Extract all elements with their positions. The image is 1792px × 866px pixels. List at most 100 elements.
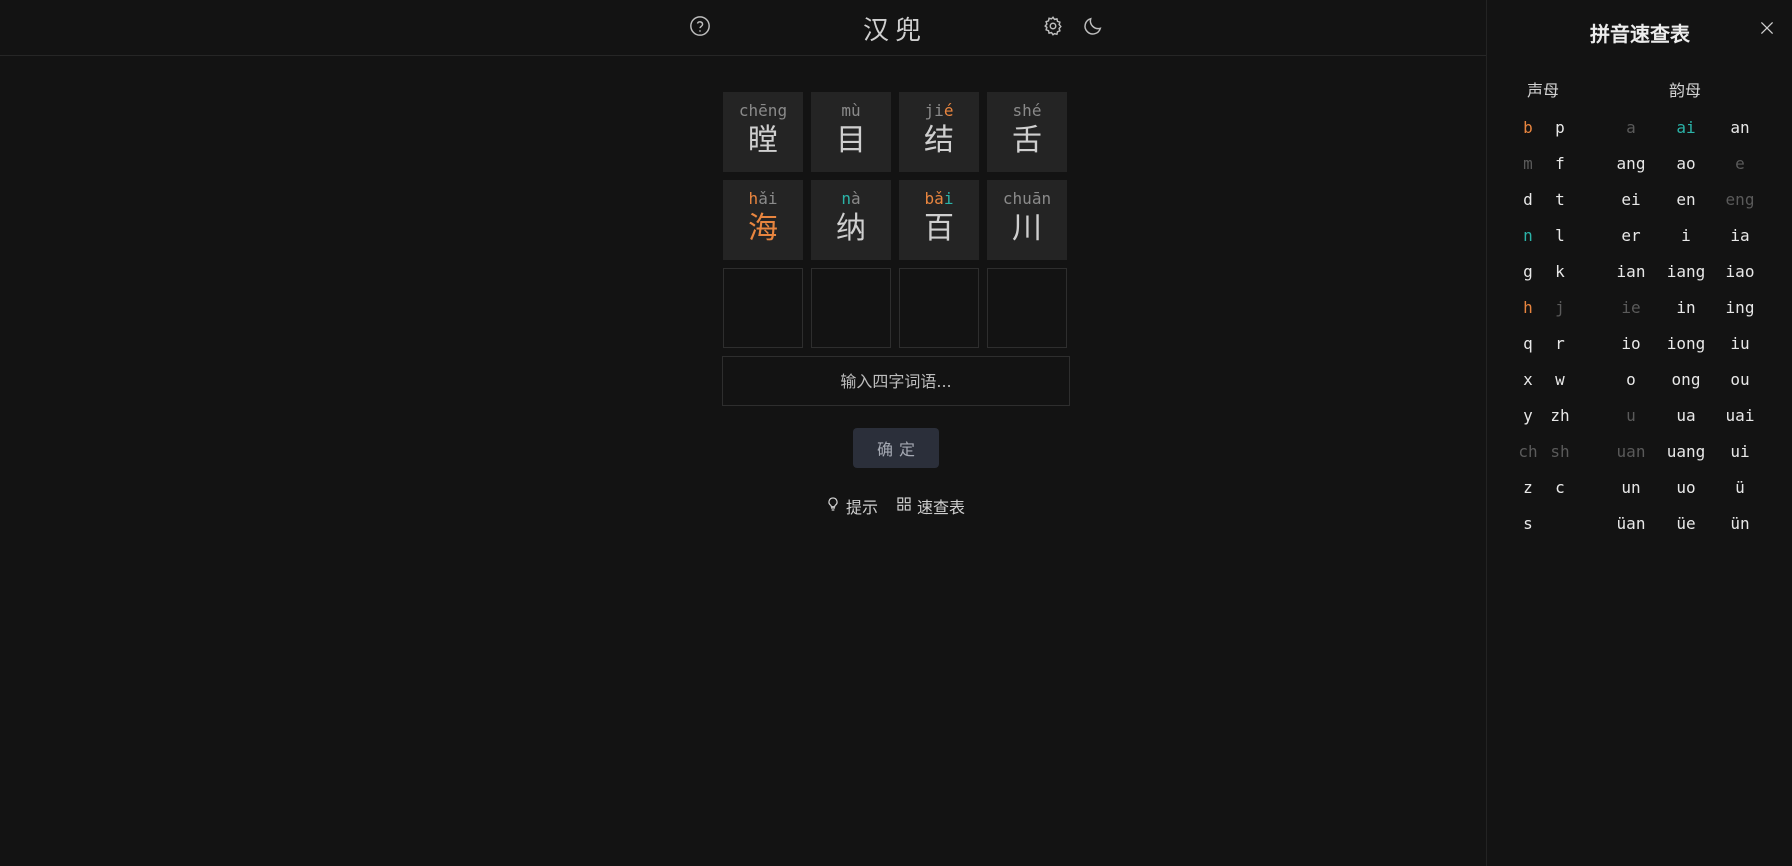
final-item: ang	[1616, 154, 1646, 173]
lightbulb-icon	[825, 496, 841, 516]
grid-icon	[896, 496, 912, 516]
character-tile: hǎi 海	[723, 180, 803, 260]
character-tile: chēng 瞠	[723, 92, 803, 172]
tile-pinyin: shé	[1013, 102, 1042, 120]
cheatsheet-label: 速查表	[917, 498, 966, 517]
initial-item: s	[1523, 514, 1533, 533]
final-item: ia	[1730, 226, 1750, 245]
word-input[interactable]	[722, 356, 1070, 406]
gear-icon[interactable]	[1041, 14, 1065, 38]
initial-item: c	[1555, 478, 1565, 497]
tile-pinyin: nà	[841, 190, 860, 208]
pinyin-segment: ān	[1031, 189, 1052, 208]
close-icon[interactable]	[1757, 18, 1777, 38]
hint-button[interactable]: 提示	[825, 494, 878, 518]
initial-item: r	[1555, 334, 1565, 353]
confirm-button[interactable]: 确定	[853, 428, 939, 468]
final-item: ua	[1676, 406, 1696, 425]
initials-header: 声母	[1527, 81, 1560, 100]
pinyin-segment: i	[943, 189, 954, 208]
page: 汉兜 chēng瞠mù目jié结shé舌hǎi海nà纳bǎi百chuān川 确定…	[0, 0, 1792, 866]
character-tile: jié 结	[899, 92, 979, 172]
pinyin-segment: m	[841, 101, 851, 120]
help-icon[interactable]	[688, 14, 712, 38]
tile-hanzi: 百	[924, 211, 954, 246]
character-tile: bǎi 百	[899, 180, 979, 260]
pinyin-segment: j	[924, 101, 935, 120]
character-tile: nà 纳	[811, 180, 891, 260]
pinyin-segment: é	[1031, 101, 1042, 120]
final-item: iao	[1725, 262, 1755, 281]
final-item: u	[1626, 406, 1636, 425]
tile-hanzi: 结	[924, 123, 954, 158]
tile-pinyin: hǎi	[749, 190, 778, 208]
tile-hanzi: 目	[836, 123, 866, 158]
empty-tile	[723, 268, 803, 348]
pinyin-segment: b	[924, 189, 935, 208]
final-item: ui	[1730, 442, 1750, 461]
board-row: hǎi 海 nà 纳 bǎi 百 chuān 川	[723, 180, 1067, 260]
tile-hanzi: 舌	[1012, 123, 1042, 158]
finals-header: 韵母	[1669, 81, 1702, 100]
pinyin-segment: ch	[1002, 189, 1023, 208]
pinyin-segment: n	[841, 189, 851, 208]
pinyin-segment: ǎ	[934, 189, 944, 208]
moon-icon[interactable]	[1081, 14, 1105, 38]
character-tile: shé 舌	[987, 92, 1067, 172]
pinyin-segment: ch	[738, 101, 759, 120]
initial-item: w	[1555, 370, 1565, 389]
cheatsheet-button[interactable]: 速查表	[896, 494, 965, 518]
pinyin-segment: sh	[1012, 101, 1032, 120]
tile-hanzi: 纳	[836, 211, 866, 246]
final-item: o	[1626, 370, 1636, 389]
final-item: i	[1681, 226, 1691, 245]
pinyin-segment: i	[934, 101, 944, 120]
initial-item: k	[1555, 262, 1565, 281]
pinyin-segment: u	[1022, 189, 1032, 208]
final-item: in	[1676, 298, 1696, 317]
app-title: 汉兜	[862, 16, 927, 46]
final-item: ü	[1735, 478, 1745, 497]
tile-hanzi: 海	[748, 211, 778, 246]
final-item: er	[1621, 226, 1641, 245]
initial-item: zh	[1550, 406, 1570, 425]
tile-pinyin: chuān	[1003, 190, 1051, 208]
final-item: an	[1730, 118, 1750, 137]
final-item: en	[1676, 190, 1696, 209]
tile-pinyin: chēng	[739, 102, 787, 120]
initial-item: l	[1555, 226, 1565, 245]
final-item: üan	[1616, 514, 1646, 533]
empty-tile	[811, 268, 891, 348]
hint-label: 提示	[846, 498, 879, 517]
pinyin-segment: ù	[851, 101, 861, 120]
final-item: ong	[1671, 370, 1701, 389]
tile-pinyin: bǎi	[925, 190, 954, 208]
tile-hanzi: 川	[1012, 211, 1042, 246]
final-item: ün	[1730, 514, 1750, 533]
final-item: ian	[1616, 262, 1646, 281]
initial-item: f	[1555, 154, 1565, 173]
tile-pinyin: jié	[925, 102, 954, 120]
final-item: io	[1621, 334, 1641, 353]
action-links: 提示 速查表	[825, 494, 965, 518]
empty-tile	[987, 268, 1067, 348]
board-row: chēng 瞠 mù 目 jié 结 shé 舌	[723, 92, 1067, 172]
pinyin-segment: à	[851, 189, 861, 208]
final-item: ai	[1676, 118, 1696, 137]
pinyin-segment: ēng	[758, 101, 788, 120]
tile-hanzi: 瞠	[748, 123, 778, 158]
final-item: üe	[1676, 514, 1696, 533]
initial-item: t	[1555, 190, 1565, 209]
final-item: a	[1626, 118, 1636, 137]
final-item: iu	[1730, 334, 1750, 353]
game-board: chēng 瞠 mù 目 jié 结 shé 舌 hǎi 海 nà 纳 bǎi 百 chuān 川	[723, 92, 1067, 356]
character-tile: mù 目	[811, 92, 891, 172]
pinyin-segment: h	[748, 189, 759, 208]
initial-item: j	[1555, 298, 1565, 317]
header: 汉兜	[0, 0, 1486, 56]
pinyin-segment: é	[943, 101, 954, 120]
final-item: uang	[1666, 442, 1706, 461]
final-item: un	[1621, 478, 1641, 497]
final-item: ie	[1621, 298, 1641, 317]
panel-title: 拼音速查表	[1590, 22, 1690, 46]
